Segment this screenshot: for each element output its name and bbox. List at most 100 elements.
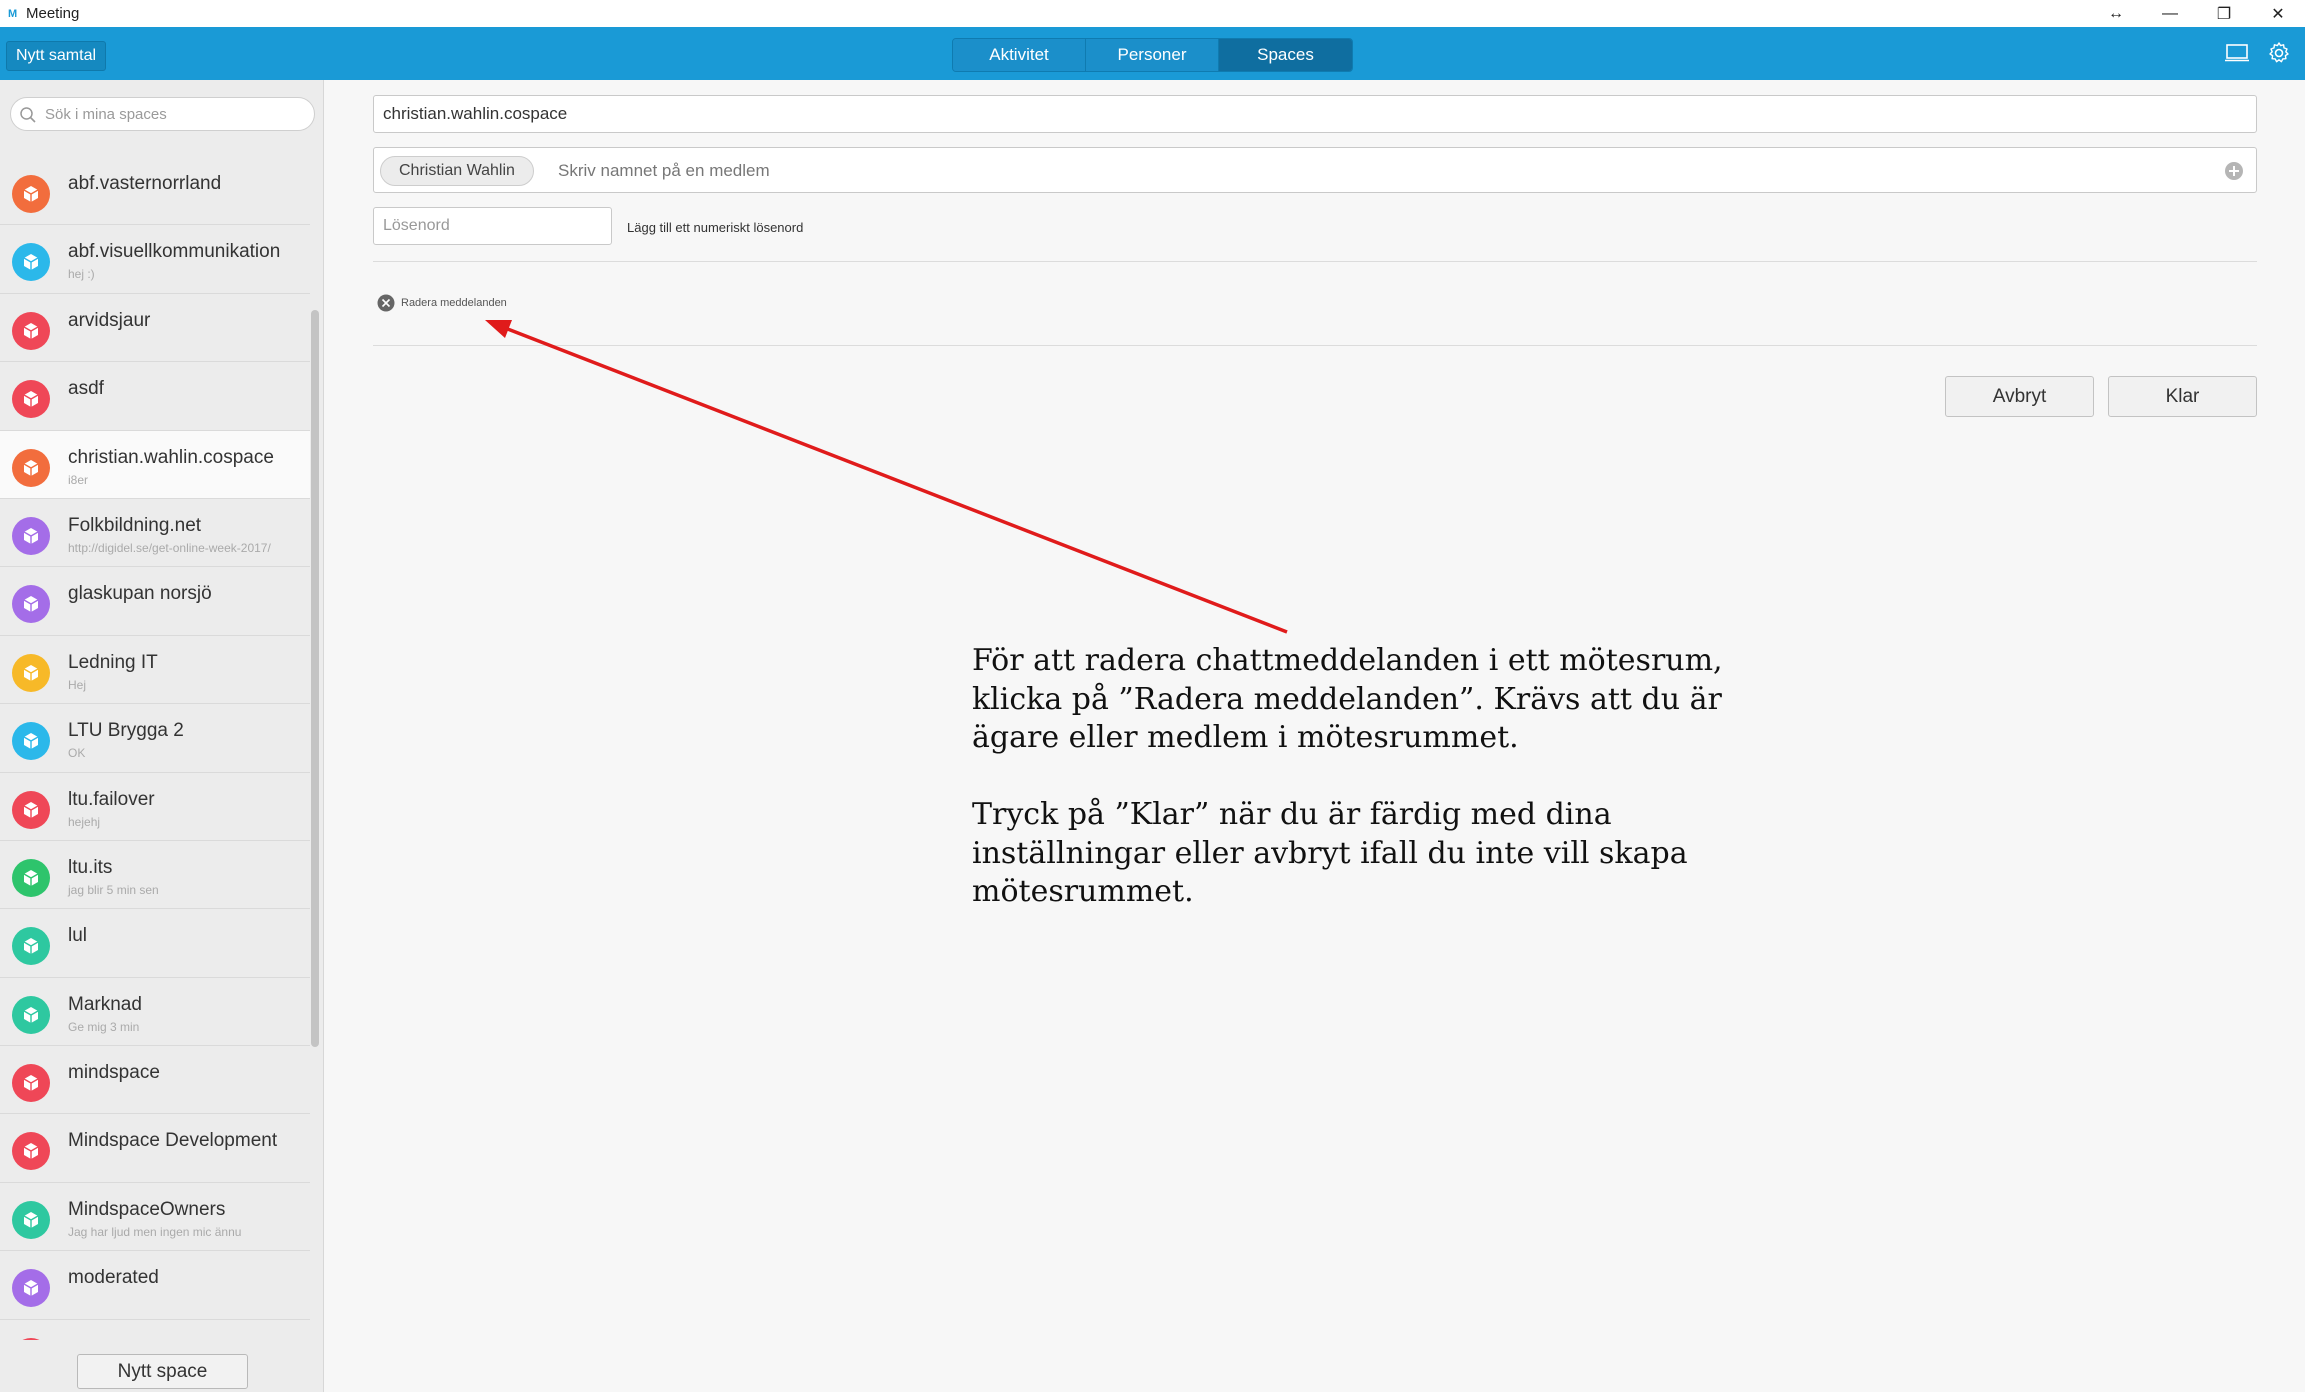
cube-icon — [23, 801, 39, 818]
search-box — [10, 97, 315, 131]
space-list-item[interactable] — [0, 1320, 310, 1340]
space-last-message: i8er — [68, 472, 89, 487]
space-name: Folkbildning.net — [68, 514, 202, 536]
space-list-item[interactable]: arvidsjaur — [0, 294, 310, 363]
cube-icon — [23, 1075, 39, 1092]
add-member-icon[interactable] — [2224, 161, 2244, 181]
space-list-item[interactable]: Mindspace Development — [0, 1114, 310, 1183]
space-name: glaskupan norsjö — [68, 583, 212, 605]
search-input[interactable] — [45, 98, 305, 130]
space-last-message: Jag har ljud men ingen mic ännu — [68, 1224, 242, 1239]
space-last-message: Hej — [68, 677, 87, 692]
space-avatar — [12, 790, 50, 829]
space-avatar — [12, 1337, 50, 1340]
space-avatar — [12, 1269, 50, 1308]
space-list-item[interactable]: LTU Brygga 2 OK — [0, 704, 310, 773]
new-space-button[interactable]: Nytt space — [77, 1354, 248, 1389]
space-name: ltu.failover — [68, 788, 155, 810]
space-name: Marknad — [68, 993, 142, 1015]
cube-icon — [23, 186, 39, 202]
space-last-message: hejehj — [68, 814, 101, 829]
space-avatar — [12, 722, 50, 761]
password-field — [373, 207, 612, 245]
window-titlebar: M Meeting ↔ — ❐ ✕ — [0, 0, 2305, 27]
space-avatar — [12, 858, 50, 897]
space-name: arvidsjaur — [68, 309, 151, 331]
minimize-button[interactable]: — — [2143, 0, 2197, 27]
space-list-item[interactable]: moderated — [0, 1251, 310, 1320]
space-list-item[interactable]: MindspaceOwners Jag har ljud men ingen mi… — [0, 1183, 310, 1252]
cube-icon — [23, 254, 39, 271]
space-name: MindspaceOwners — [68, 1198, 226, 1220]
space-list-item[interactable]: mindspace — [0, 1046, 310, 1115]
cube-icon — [23, 664, 39, 681]
space-avatar — [12, 1200, 50, 1239]
cube-icon — [23, 596, 39, 613]
space-avatar — [12, 448, 50, 487]
password-hint: Lägg till ett numeriskt lösenord — [627, 220, 804, 235]
tab-aktivitet[interactable]: Aktivitet — [953, 39, 1086, 71]
cube-icon — [23, 527, 39, 544]
cube-icon — [23, 1143, 39, 1160]
space-avatar — [12, 1132, 50, 1171]
space-list-item[interactable]: ltu.its jag blir 5 min sen — [0, 841, 310, 910]
cube-icon — [23, 938, 39, 955]
main-tabs: Aktivitet Personer Spaces — [952, 38, 1353, 72]
sidebar-scrollbar[interactable] — [311, 310, 319, 1047]
space-list-item[interactable]: glaskupan norsjö — [0, 567, 310, 636]
space-avatar — [12, 927, 50, 966]
app-logo-icon: M — [8, 7, 18, 20]
space-list-item[interactable]: Marknad Ge mig 3 min — [0, 978, 310, 1047]
delete-circle-icon — [377, 294, 395, 312]
space-avatar — [12, 995, 50, 1034]
space-name: lul — [68, 925, 88, 947]
space-name: asdf — [68, 378, 104, 400]
space-list-item[interactable]: ltu.failover hejehj — [0, 773, 310, 841]
space-list-item[interactable]: abf.visuellkommunikation hej :) — [0, 225, 310, 294]
space-avatar — [12, 380, 50, 419]
new-call-button[interactable]: Nytt samtal — [6, 41, 107, 71]
space-avatar — [12, 243, 50, 282]
space-list-item[interactable]: asdf — [0, 362, 310, 431]
spaces-sidebar: abf.vasternorrland abf.visuellkommunikati… — [0, 80, 324, 1392]
monitor-icon[interactable] — [2225, 44, 2249, 62]
space-name: moderated — [68, 1267, 159, 1289]
annotation-paragraph: För att radera chattmeddelanden i ett mö… — [972, 643, 1723, 755]
member-input[interactable] — [558, 156, 2158, 186]
cancel-button[interactable]: Avbryt — [1945, 376, 2094, 417]
tab-personer[interactable]: Personer — [1086, 39, 1219, 71]
space-avatar — [12, 516, 50, 555]
gear-icon[interactable] — [2267, 41, 2291, 65]
delete-messages-button[interactable]: Radera meddelanden — [377, 293, 507, 313]
space-last-message: hej :) — [68, 267, 95, 282]
space-name-input[interactable] — [374, 96, 2256, 132]
space-avatar — [12, 175, 50, 213]
member-chip[interactable]: Christian Wahlin — [380, 156, 534, 186]
space-avatar — [12, 311, 50, 350]
space-avatar — [12, 1064, 50, 1103]
close-button[interactable]: ✕ — [2251, 0, 2305, 27]
members-field: Christian Wahlin — [373, 147, 2257, 193]
cube-icon — [23, 1211, 39, 1228]
cube-icon — [23, 1280, 39, 1297]
tab-spaces[interactable]: Spaces — [1219, 39, 1352, 71]
space-name: abf.vasternorrland — [68, 173, 222, 194]
space-last-message: Ge mig 3 min — [68, 1019, 140, 1034]
restore-button[interactable]: ❐ — [2197, 0, 2251, 27]
password-input[interactable] — [374, 208, 611, 244]
cube-icon — [23, 1006, 39, 1023]
divider — [373, 345, 2257, 346]
space-list-item[interactable]: christian.wahlin.cospace i8er — [0, 430, 310, 499]
space-list-item[interactable]: Ledning IT Hej — [0, 636, 310, 705]
space-list-item[interactable]: abf.vasternorrland — [0, 157, 310, 226]
space-avatar — [12, 585, 50, 624]
space-name-field — [373, 95, 2257, 133]
resize-icon[interactable]: ↔ — [2089, 0, 2143, 27]
space-list-item[interactable]: lul — [0, 909, 310, 978]
done-button[interactable]: Klar — [2108, 376, 2257, 417]
window-title: Meeting — [26, 5, 80, 22]
delete-messages-label: Radera meddelanden — [401, 297, 507, 309]
space-name: Ledning IT — [68, 651, 158, 673]
annotation-text: För att radera chattmeddelanden i ett mö… — [972, 642, 1732, 950]
space-list-item[interactable]: Folkbildning.net http://digidel.se/get-on… — [0, 499, 310, 568]
